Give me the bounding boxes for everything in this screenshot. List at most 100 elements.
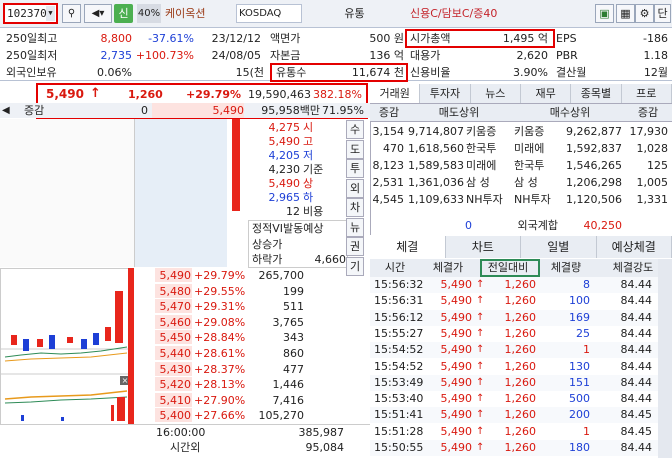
broker-buy-name[interactable]: 한국투 — [514, 157, 544, 174]
trade-time: 15:50:55 — [374, 441, 424, 454]
trade-change: 1,260 — [504, 441, 537, 454]
trade-qty: 151 — [569, 375, 590, 389]
trade-tab[interactable]: 일별 — [521, 236, 597, 258]
trade-qty: 169 — [569, 310, 590, 324]
bid-price[interactable]: 5,470 — [155, 299, 192, 314]
bid-qty: 7,416 — [272, 393, 305, 407]
broker-tab[interactable]: 투자자 — [420, 84, 471, 103]
trade-time: 15:56:12 — [374, 310, 424, 324]
trade-tabs: 체결 차트 일별 예상체결 — [370, 236, 672, 258]
broker-buy-volume: 1,592,837 — [566, 142, 622, 155]
ask-empty-area — [0, 119, 135, 267]
right-info-value: 2,965 — [268, 191, 301, 204]
broker-header-cell: 증감 — [378, 106, 400, 119]
credit-info: 신용C/담보C/증40 — [410, 7, 498, 20]
bid-price[interactable]: 5,430 — [155, 362, 192, 377]
broker-buy-name[interactable]: 삼 성 — [514, 174, 538, 191]
broker-tab[interactable]: 종목별 — [571, 84, 622, 103]
bid-price[interactable]: 5,480 — [155, 284, 192, 299]
broker-tab[interactable]: 재무 — [520, 84, 572, 103]
trade-price: 5,490 — [440, 392, 473, 406]
trade-strength: 84.45 — [620, 408, 653, 422]
bid-price[interactable]: 5,450 — [155, 330, 192, 345]
vertical-tab[interactable]: 외 — [346, 178, 364, 198]
bid-rate: +29.79% — [194, 269, 246, 282]
broker-sell-change: 8,123 — [372, 159, 405, 172]
bid-rate: +29.55% — [194, 284, 246, 298]
trade-qty: 8 — [583, 278, 590, 291]
broker-sell-name[interactable]: 키움증 — [466, 123, 496, 140]
foreign-sell: 0 — [465, 219, 472, 232]
search-icon[interactable]: ⚲ — [62, 4, 81, 23]
bid-price[interactable]: 5,410 — [155, 393, 192, 408]
right-info-label: 기준 — [303, 163, 324, 176]
bid-price[interactable]: 5,400 — [155, 408, 192, 423]
broker-sell-name[interactable]: 삼 성 — [466, 174, 490, 191]
trade-change: 1,260 — [504, 424, 537, 438]
bid-price[interactable]: 5,440 — [155, 346, 192, 361]
industry-label: 유통 — [344, 7, 365, 20]
speaker-icon[interactable]: ◀▾ — [84, 4, 112, 23]
gear-icon[interactable]: ⚙ — [635, 4, 654, 23]
label-credit-ratio: 신용비율 — [410, 66, 451, 79]
scrollbar[interactable] — [658, 259, 672, 458]
up-arrow-icon: ↑ — [476, 393, 485, 405]
broker-tab[interactable]: 프로 — [621, 84, 672, 103]
value-foreign-shares: 15(천 — [235, 66, 264, 79]
vertical-tab[interactable]: 투 — [346, 159, 364, 178]
trade-qty: 25 — [576, 326, 590, 340]
broker-sell-change: 4,545 — [372, 193, 405, 206]
vertical-tab[interactable]: 수 — [346, 120, 364, 139]
after-vol: 385,987 — [298, 426, 345, 439]
right-info-label: 비용 — [303, 205, 324, 218]
bid-qty: 860 — [283, 347, 304, 360]
label-fiscal-month: 결산월 — [556, 66, 587, 79]
vertical-tab[interactable]: 권 — [346, 237, 364, 256]
broker-tab[interactable]: 뉴스 — [470, 84, 521, 103]
bid-qty: 265,700 — [258, 269, 305, 282]
bid-price[interactable]: 5,460 — [155, 315, 192, 330]
window-icon[interactable]: ▣ — [595, 4, 614, 23]
trade-time: 15:54:52 — [374, 359, 424, 373]
trade-tab[interactable]: 체결 — [370, 236, 446, 258]
broker-buy-name[interactable]: 키움증 — [514, 123, 544, 140]
grid-icon[interactable]: ▦ — [616, 4, 635, 23]
trade-time: 15:56:32 — [374, 278, 424, 291]
broker-tab[interactable]: 거래원 — [370, 84, 421, 103]
broker-sell-name[interactable]: 한국투 — [466, 140, 496, 157]
broker-buy-name[interactable]: NH투자 — [514, 191, 551, 208]
value-pbr: 1.18 — [643, 49, 669, 62]
vertical-tab[interactable]: 뉴 — [346, 217, 364, 237]
right-info-value: 5,490 — [268, 177, 301, 190]
dan-button[interactable]: 단 — [654, 4, 671, 23]
trade-qty: 200 — [569, 408, 590, 422]
trade-tab[interactable]: 차트 — [445, 236, 521, 258]
broker-sell-change: 2,531 — [372, 176, 405, 189]
chevron-down-icon[interactable]: ▼ — [46, 6, 55, 21]
broker-tabs: 거래원 투자자 뉴스 재무 종목별 프로 — [370, 84, 672, 104]
up-arrow-icon: ↑ — [476, 327, 485, 339]
bid-price[interactable]: 5,490 — [155, 268, 192, 283]
left-arrow-icon[interactable]: ◀ — [2, 103, 10, 118]
trade-strength: 84.44 — [620, 441, 653, 454]
market-label: KOSDAQ — [236, 4, 302, 23]
broker-sell-name[interactable]: NH투자 — [466, 191, 503, 208]
up-arrow-icon: ↑ — [476, 295, 485, 307]
bid-rate: +27.90% — [194, 393, 246, 407]
right-info-label: 고 — [303, 135, 314, 148]
vertical-tab[interactable]: 기 — [346, 256, 364, 276]
broker-header-cell: 매도상위 — [438, 106, 480, 119]
bid-qty: 105,270 — [258, 409, 305, 423]
vertical-tab[interactable]: 도 — [346, 139, 364, 159]
broker-buy-name[interactable]: 미래에 — [514, 140, 544, 157]
trade-tab[interactable]: 예상체결 — [596, 236, 672, 258]
bid-price[interactable]: 5,420 — [155, 377, 192, 392]
broker-sell-name[interactable]: 미래에 — [466, 157, 496, 174]
label-eps: EPS — [556, 32, 577, 45]
broker-sell-volume: 1,361,036 — [408, 176, 464, 189]
vertical-tab[interactable]: 차 — [346, 198, 364, 217]
trade-change: 1,260 — [504, 408, 537, 422]
trade-time: 15:53:40 — [374, 392, 424, 406]
stock-code-input[interactable]: 102370 ▼ — [3, 3, 58, 24]
bid-rate: +28.37% — [194, 362, 246, 376]
